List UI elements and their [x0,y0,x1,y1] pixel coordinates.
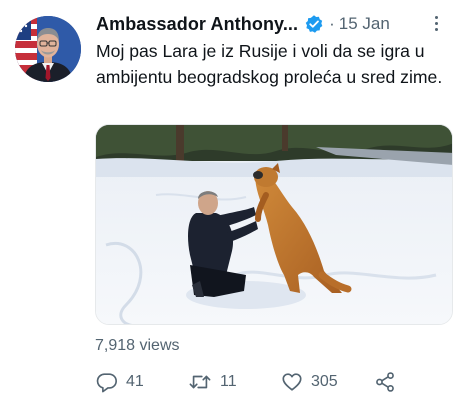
retweet-icon [188,371,212,393]
retweet-count: 11 [220,373,237,390]
tweet-date[interactable]: 15 Jan [339,14,390,34]
reply-count: 41 [126,373,144,390]
tweet-card[interactable]: Ambassador Anthony... · 15 Jan Moj pas L… [0,0,468,405]
tweet-text: Moj pas Lara je iz Rusije i voli da se i… [96,41,443,87]
verified-badge-icon [304,14,324,34]
reply-button[interactable]: 41 [96,367,144,397]
more-options-icon[interactable] [426,12,446,34]
retweet-button[interactable]: 11 [188,367,237,397]
tweet-actions: 41 11 305 [96,367,406,397]
share-button[interactable] [374,367,396,397]
like-button[interactable]: 305 [281,367,338,397]
share-icon [374,371,396,393]
like-count: 305 [311,373,338,390]
tweet-photo[interactable] [95,124,453,325]
author-name[interactable]: Ambassador Anthony... [96,14,298,35]
view-count: 7,918 views [95,337,180,354]
date-separator: · [329,14,335,33]
heart-icon [281,371,303,393]
tweet-header: Ambassador Anthony... · 15 Jan [96,11,456,37]
author-avatar[interactable] [15,16,81,82]
reply-icon [96,371,118,393]
